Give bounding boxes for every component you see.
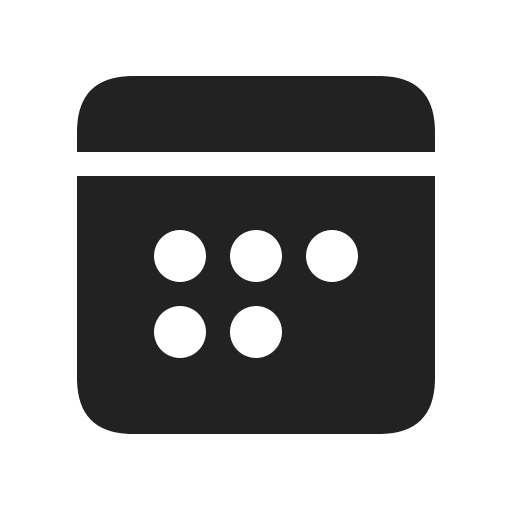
calendar-body (77, 176, 435, 434)
calendar-day-dot (230, 230, 282, 282)
calendar-header (77, 76, 435, 152)
icon-canvas (0, 0, 512, 512)
calendar-day-dot (154, 230, 206, 282)
calendar-icon (77, 76, 435, 434)
calendar-day-dot (230, 306, 282, 358)
calendar-day-dot (306, 230, 358, 282)
calendar-day-dot (154, 306, 206, 358)
